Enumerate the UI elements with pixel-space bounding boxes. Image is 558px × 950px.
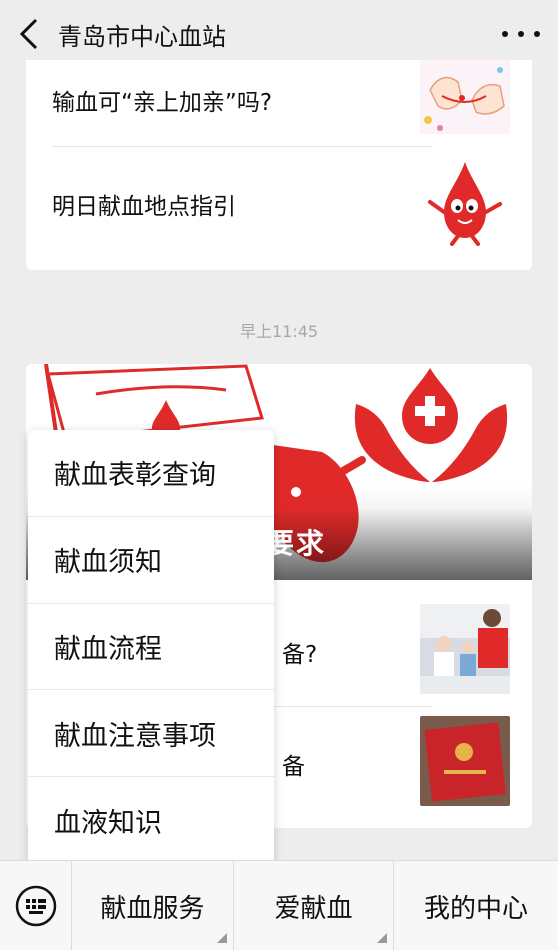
article-thumbnail[interactable] bbox=[420, 156, 510, 246]
article-title: 输血可“亲上加亲”吗? bbox=[52, 90, 273, 116]
menu-item-precautions[interactable]: 献血注意事项 bbox=[28, 690, 274, 778]
divider bbox=[52, 146, 432, 147]
top-nav-bar: 青岛市中心血站 bbox=[0, 0, 558, 68]
article-card: 输血可“亲上加亲”吗? 明日献血地点指引 bbox=[26, 60, 532, 270]
tab-label: 献血服务 bbox=[100, 893, 205, 924]
article-title: 备? bbox=[282, 642, 318, 668]
bottom-menu-bar: 献血服务 爱献血 我的中心 bbox=[0, 860, 558, 950]
page-title: 青岛市中心血站 bbox=[58, 22, 226, 51]
menu-item-blood-knowledge[interactable]: 血液知识 bbox=[28, 777, 274, 864]
article-thumbnail[interactable] bbox=[420, 604, 510, 694]
keyboard-toggle-button[interactable] bbox=[0, 861, 72, 950]
tab-donation-service[interactable]: 献血服务 bbox=[72, 861, 234, 950]
tab-label: 爱献血 bbox=[274, 893, 353, 924]
tab-love-donation[interactable]: 爱献血 bbox=[234, 861, 394, 950]
back-button[interactable] bbox=[0, 0, 58, 68]
submenu-indicator-icon bbox=[377, 933, 387, 943]
tab-label: 我的中心 bbox=[423, 893, 528, 924]
blood-drop-mascot-icon bbox=[420, 156, 510, 246]
chevron-left-icon bbox=[19, 18, 38, 50]
keyboard-icon bbox=[15, 885, 56, 927]
article-thumbnail[interactable] bbox=[420, 716, 510, 806]
menu-item-donation-notice[interactable]: 献血须知 bbox=[28, 517, 274, 604]
article-title: 备 bbox=[282, 754, 305, 780]
clinic-photo-icon bbox=[420, 604, 510, 694]
submenu-indicator-icon bbox=[217, 933, 227, 943]
more-options-icon[interactable] bbox=[502, 24, 540, 44]
banner-caption: 要求 bbox=[266, 527, 327, 560]
message-timestamp: 早上11:45 bbox=[239, 322, 319, 341]
article-title: 明日献血地点指引 bbox=[52, 194, 236, 220]
menu-item-donation-process[interactable]: 献血流程 bbox=[28, 604, 274, 691]
hands-illustration-icon bbox=[420, 60, 510, 134]
tab-my-center[interactable]: 我的中心 bbox=[394, 861, 558, 950]
service-popup-menu: 献血表彰查询 献血须知 献血流程 献血注意事项 血液知识 bbox=[28, 430, 274, 864]
donation-certificate-icon bbox=[420, 716, 510, 806]
article-thumbnail[interactable] bbox=[420, 60, 510, 134]
menu-item-honor-query[interactable]: 献血表彰查询 bbox=[28, 430, 274, 517]
